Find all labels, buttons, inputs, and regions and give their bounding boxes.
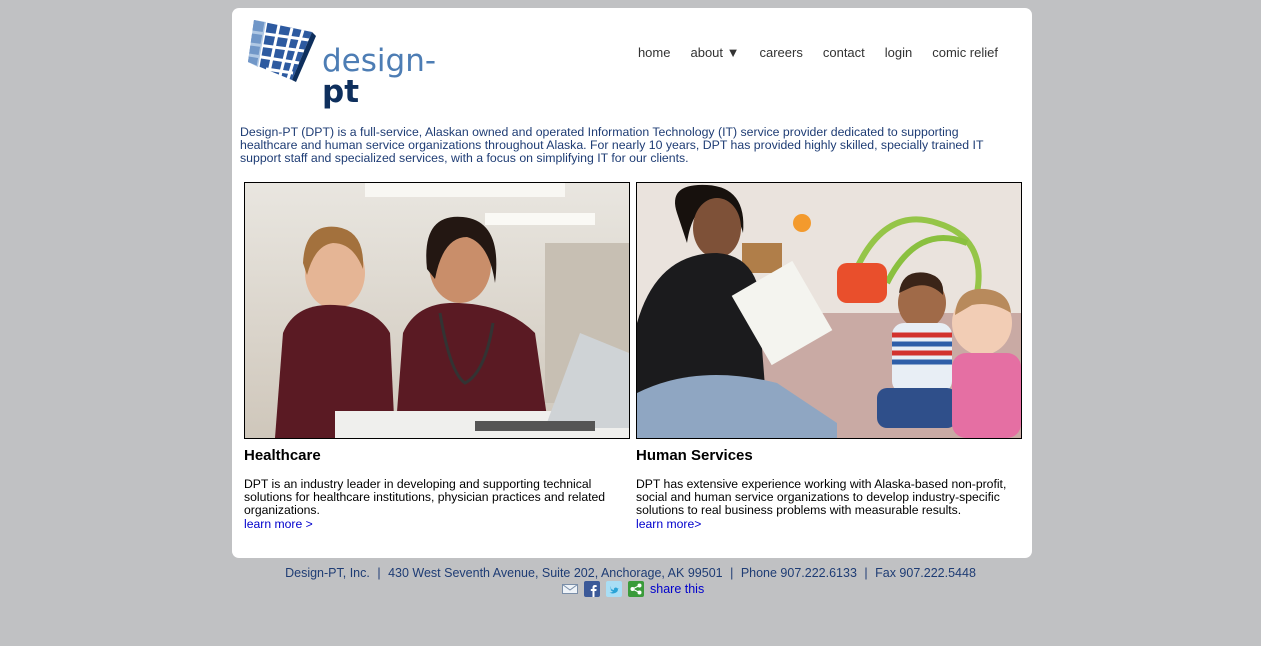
share-icon[interactable] [628, 581, 644, 597]
intro-text: Design-PT (DPT) is a full-service, Alask… [240, 125, 984, 166]
share-this-link[interactable]: share this [650, 582, 704, 596]
healthcare-body: DPT is an industry leader in developing … [244, 477, 606, 518]
healthcare-title: Healthcare [244, 447, 321, 464]
healthcare-learn-more-link[interactable]: learn more > [244, 517, 630, 531]
design-pt-logo[interactable]: design-pt [246, 18, 436, 108]
footer-separator: | [864, 566, 868, 580]
healthcare-section: Healthcare DPT is an industry leader in … [244, 182, 630, 531]
nav-home[interactable]: home [638, 45, 671, 60]
human-services-section: Human Services DPT has extensive experie… [636, 182, 1022, 531]
twitter-icon[interactable] [606, 581, 622, 597]
nav-comic-relief[interactable]: comic relief [932, 45, 998, 60]
logo-wordmark: design-pt [322, 46, 436, 108]
logo-grid-icon [248, 20, 316, 82]
healthcare-photo [244, 182, 630, 439]
content-card: design-pt home about ▼ careers contact l… [232, 8, 1032, 558]
social-links: share this [562, 581, 704, 597]
footer-separator: | [730, 566, 734, 580]
main-nav: home about ▼ careers contact login comic… [638, 45, 998, 60]
nav-contact[interactable]: contact [823, 45, 865, 60]
footer-separator: | [377, 566, 381, 580]
footer-company: Design-PT, Inc. [285, 566, 370, 580]
footer-street: 430 West Seventh Avenue, Suite 202, Anch… [388, 566, 723, 580]
facebook-icon[interactable] [584, 581, 600, 597]
human-services-learn-more-link[interactable]: learn more> [636, 517, 1022, 531]
footer-address: Design-PT, Inc. | 430 West Seventh Avenu… [0, 566, 1261, 580]
logo-text-accent: pt [322, 74, 360, 110]
nav-login[interactable]: login [885, 45, 912, 60]
email-icon[interactable] [562, 581, 578, 597]
footer-fax: Fax 907.222.5448 [875, 566, 976, 580]
human-services-body: DPT has extensive experience working wit… [636, 477, 1007, 518]
human-services-title: Human Services [636, 447, 753, 464]
nav-about[interactable]: about ▼ [690, 45, 739, 60]
human-services-photo [636, 182, 1022, 439]
nav-careers[interactable]: careers [760, 45, 803, 60]
footer-phone: Phone 907.222.6133 [740, 566, 857, 580]
